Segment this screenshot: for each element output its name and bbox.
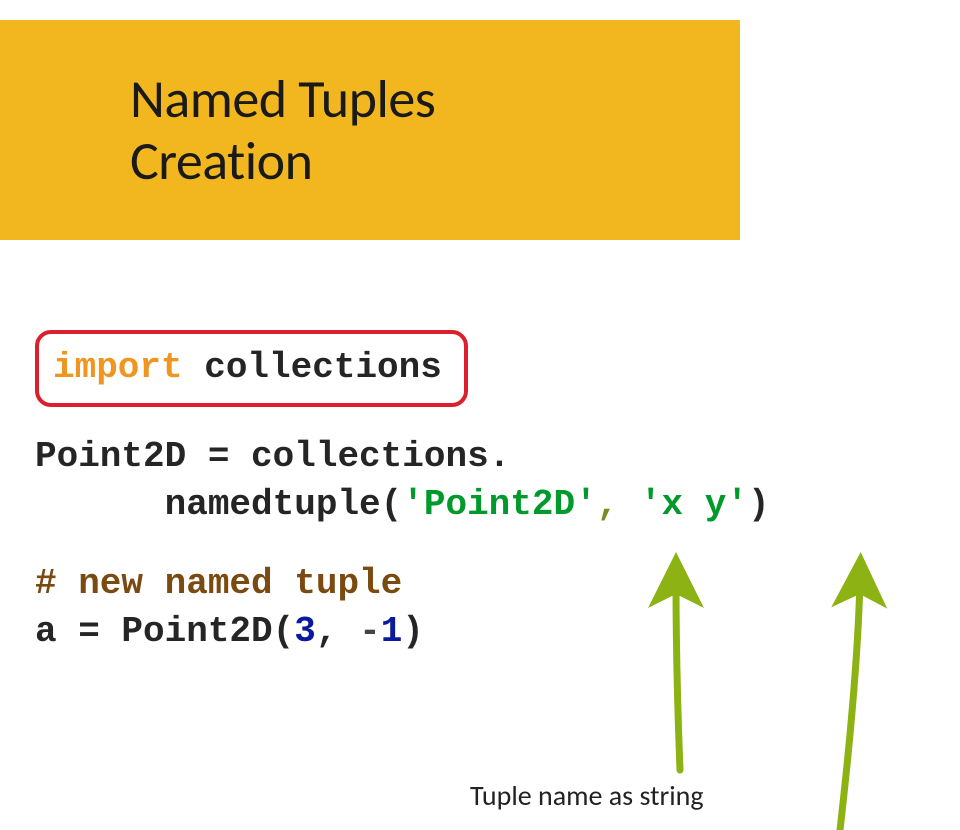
code-line-instantiate: a = Point2D(3, -1) — [35, 608, 935, 657]
number-3: 3 — [294, 611, 316, 652]
string-xy: 'x y' — [640, 484, 748, 525]
title-block: Named Tuples Creation — [0, 20, 740, 240]
blank-line — [35, 530, 935, 560]
string-comma: , — [597, 484, 640, 525]
keyword-import: import — [53, 347, 183, 388]
annotation-label: Tuple name as string — [470, 778, 704, 813]
code-line-comment: # new named tuple — [35, 560, 935, 609]
string-point2d: 'Point2D' — [402, 484, 596, 525]
code-line-assign: Point2D = collections. — [35, 433, 935, 482]
code-line-namedtuple: namedtuple('Point2D', 'x y') — [35, 481, 935, 530]
module-name: collections — [183, 347, 442, 388]
import-highlight-box: import collections — [35, 330, 468, 407]
code-block: import collections Point2D = collections… — [35, 330, 935, 657]
title-line-2: Creation — [130, 128, 312, 194]
number-1: 1 — [381, 611, 403, 652]
slide-title: Named Tuples Creation — [130, 68, 740, 192]
title-line-1: Named Tuples — [130, 66, 435, 132]
